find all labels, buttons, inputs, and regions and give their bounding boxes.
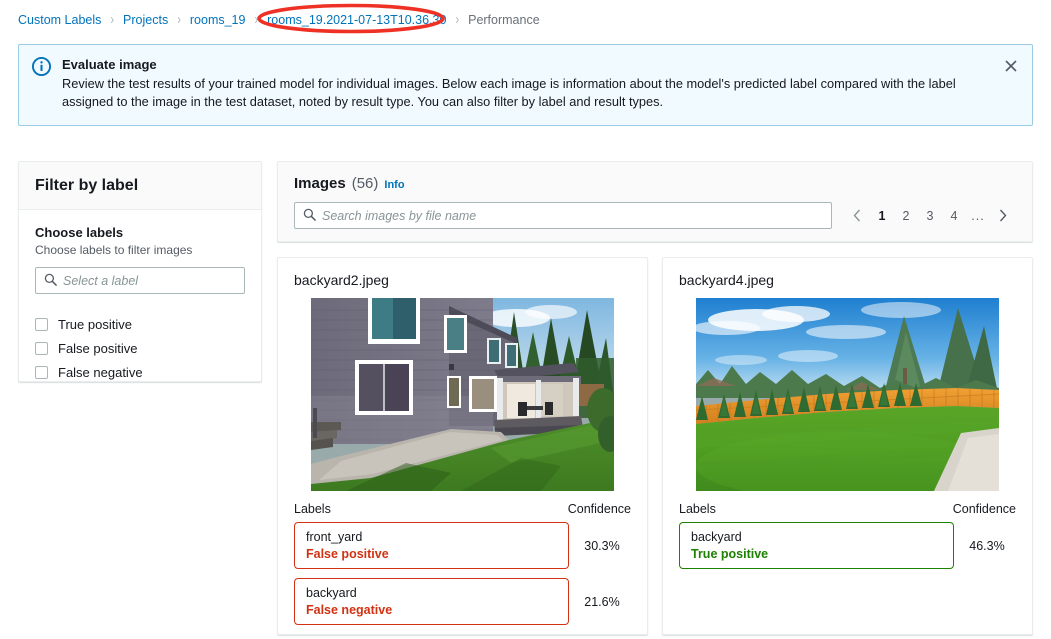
card-column-headers: Labels Confidence (679, 502, 1016, 516)
pagination-page-3[interactable]: 3 (918, 204, 942, 228)
pagination: 1 2 3 4 ... (844, 204, 1016, 228)
images-panel: Images (56) Info Search images by file n… (277, 161, 1033, 242)
image-file-name: backyard2.jpeg (294, 272, 631, 288)
breadcrumb-item-performance: Performance (468, 13, 540, 27)
pagination-ellipsis: ... (966, 204, 990, 228)
result-type-checkbox-group: True positive False positive False negat… (35, 312, 245, 384)
banner-title: Evaluate image (62, 56, 996, 73)
filter-panel-title: Filter by label (35, 177, 138, 195)
info-link[interactable]: Info (384, 179, 404, 191)
confidence-column-header: Confidence (568, 502, 631, 516)
search-icon (44, 273, 57, 289)
checkbox-box[interactable] (35, 366, 48, 379)
label-result-row: backyard False negative 21.6% (294, 578, 631, 625)
label-result-box: backyard False negative (294, 578, 569, 625)
image-card[interactable]: backyard2.jpeg (277, 257, 648, 635)
page-root: Custom Labels › Projects › rooms_19 › ro… (0, 0, 1051, 639)
breadcrumb-item-custom-labels[interactable]: Custom Labels (18, 13, 101, 27)
checkbox-box[interactable] (35, 318, 48, 331)
image-file-name: backyard4.jpeg (679, 272, 1016, 288)
breadcrumb-item-model-version[interactable]: rooms_19.2021-07-13T10.36.30 (267, 13, 446, 27)
breadcrumb-item-projects[interactable]: Projects (123, 13, 168, 27)
label-confidence: 30.3% (569, 539, 631, 553)
label-result-type: False negative (306, 602, 558, 618)
label-name: backyard (306, 585, 558, 601)
pagination-page-4[interactable]: 4 (942, 204, 966, 228)
label-confidence: 21.6% (569, 595, 631, 609)
label-select-input[interactable]: Select a label (35, 267, 245, 294)
pagination-page-1[interactable]: 1 (870, 204, 894, 228)
checkbox-label: False positive (58, 341, 137, 356)
image-thumbnail-wrapper (294, 298, 631, 491)
evaluate-image-banner: Evaluate image Review the test results o… (18, 44, 1033, 126)
label-result-box: backyard True positive (679, 522, 954, 569)
checkbox-false-negative[interactable]: False negative (35, 360, 245, 384)
breadcrumb-separator-icon: › (254, 12, 258, 28)
chevron-right-icon[interactable] (990, 204, 1016, 228)
checkbox-label: False negative (58, 365, 143, 380)
search-placeholder: Search images by file name (322, 209, 476, 223)
pagination-page-2[interactable]: 2 (894, 204, 918, 228)
label-result-type: True positive (691, 546, 943, 562)
label-name: backyard (691, 529, 943, 545)
image-card[interactable]: backyard4.jpeg (662, 257, 1033, 635)
info-circle-icon (32, 56, 62, 115)
images-toolbar: Search images by file name 1 2 3 4 ... (294, 202, 1016, 229)
labels-column-header: Labels (679, 502, 716, 516)
breadcrumb-separator-icon: › (177, 12, 181, 28)
search-input[interactable]: Search images by file name (294, 202, 832, 229)
choose-labels-description: Choose labels to filter images (35, 242, 245, 258)
label-result-box: front_yard False positive (294, 522, 569, 569)
filter-by-label-panel: Filter by label Choose labels Choose lab… (18, 161, 262, 382)
banner-text: Review the test results of your trained … (62, 75, 992, 111)
checkbox-box[interactable] (35, 342, 48, 355)
choose-labels-label: Choose labels (35, 224, 245, 241)
label-name: front_yard (306, 529, 558, 545)
image-card-grid: backyard2.jpeg (277, 257, 1033, 635)
checkbox-true-positive[interactable]: True positive (35, 312, 245, 336)
search-icon (303, 208, 316, 224)
filter-panel-body: Choose labels Choose labels to filter im… (19, 210, 261, 394)
label-result-row: backyard True positive 46.3% (679, 522, 1016, 569)
label-result-rows: front_yard False positive 30.3% backyard… (294, 522, 631, 625)
image-thumbnail-house-exterior[interactable] (311, 298, 614, 491)
label-select-placeholder: Select a label (63, 274, 138, 288)
labels-column-header: Labels (294, 502, 331, 516)
label-result-type: False positive (306, 546, 558, 562)
checkbox-false-positive[interactable]: False positive (35, 336, 245, 360)
close-icon[interactable] (998, 53, 1024, 79)
breadcrumb-item-rooms-19[interactable]: rooms_19 (190, 13, 246, 27)
breadcrumb-separator-icon: › (110, 12, 114, 28)
banner-body: Evaluate image Review the test results o… (62, 56, 1020, 115)
image-thumbnail-lawn-fence[interactable] (696, 298, 999, 491)
breadcrumb: Custom Labels › Projects › rooms_19 › ro… (18, 10, 540, 30)
confidence-column-header: Confidence (953, 502, 1016, 516)
label-confidence: 46.3% (954, 539, 1016, 553)
image-thumbnail-wrapper (679, 298, 1016, 491)
images-panel-header: Images (56) Info (294, 175, 1016, 192)
label-result-rows: backyard True positive 46.3% (679, 522, 1016, 569)
images-count: (56) (352, 175, 379, 192)
chevron-left-icon[interactable] (844, 204, 870, 228)
label-result-row: front_yard False positive 30.3% (294, 522, 631, 569)
breadcrumb-separator-icon: › (455, 12, 459, 28)
filter-panel-header: Filter by label (19, 162, 261, 210)
card-column-headers: Labels Confidence (294, 502, 631, 516)
checkbox-label: True positive (58, 317, 132, 332)
main-content: Filter by label Choose labels Choose lab… (0, 140, 1051, 639)
images-title: Images (294, 175, 346, 192)
